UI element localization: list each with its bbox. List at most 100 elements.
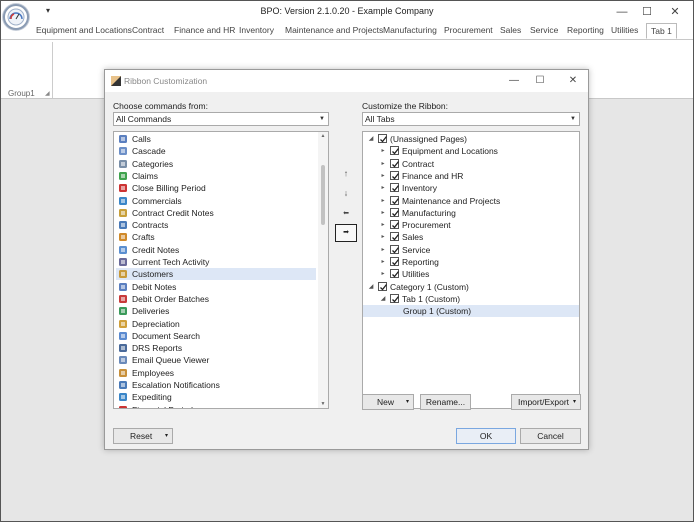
list-item[interactable]: Expediting	[116, 391, 316, 403]
expand-icon[interactable]: ▸	[379, 158, 387, 170]
expand-icon[interactable]: ▸	[379, 207, 387, 219]
ribbon-tab-utilities[interactable]: Utilities	[611, 23, 638, 39]
checkbox[interactable]	[378, 281, 388, 291]
expand-icon[interactable]: ▸	[379, 170, 387, 182]
tree-item[interactable]: ◢ Tab 1 (Custom)	[363, 293, 579, 305]
list-item[interactable]: Close Billing Period	[116, 182, 316, 194]
checkbox[interactable]	[390, 146, 400, 156]
ribbon-tab-reporting[interactable]: Reporting	[567, 23, 604, 39]
move-down-button[interactable]: 🠗	[337, 188, 355, 202]
expand-icon[interactable]: ▸	[379, 145, 387, 157]
ribbon-tab-finance[interactable]: Finance and HR	[174, 23, 235, 39]
tree-item[interactable]: ▸ Reporting	[363, 256, 579, 268]
expand-icon[interactable]: ▸	[379, 182, 387, 194]
tree-item[interactable]: ▸ Manufacturing	[363, 207, 579, 219]
list-item[interactable]: Claims	[116, 170, 316, 182]
expand-icon[interactable]: ▸	[379, 244, 387, 256]
dialog-maximize-button[interactable]: ☐	[533, 74, 547, 88]
cancel-button[interactable]: Cancel	[520, 428, 581, 444]
minimize-button[interactable]: —	[612, 4, 632, 20]
list-item[interactable]: Customers	[116, 268, 316, 281]
list-item[interactable]: Depreciation	[116, 318, 316, 330]
expand-icon[interactable]: ▸	[379, 219, 387, 231]
checkbox[interactable]	[390, 158, 400, 168]
new-button[interactable]: New ▾	[362, 394, 414, 410]
checkbox[interactable]	[390, 232, 400, 242]
list-item[interactable]: Employees	[116, 367, 316, 379]
tree-item[interactable]: ▸ Service	[363, 244, 579, 256]
expand-icon[interactable]: ▸	[379, 195, 387, 207]
list-item[interactable]: Cascade	[116, 145, 316, 157]
list-item[interactable]: Financial Periods	[116, 404, 316, 408]
list-item[interactable]: Categories	[116, 158, 316, 170]
scrollbar-thumb[interactable]	[321, 165, 325, 225]
checkbox[interactable]	[390, 183, 400, 193]
checkbox[interactable]	[390, 207, 400, 217]
move-up-button[interactable]: 🠕	[337, 168, 355, 182]
checkbox[interactable]	[390, 269, 400, 279]
tree-item[interactable]: ◢ (Unassigned Pages)	[363, 133, 579, 145]
list-item[interactable]: Calls	[116, 133, 316, 145]
checkbox[interactable]	[378, 134, 388, 143]
commands-list[interactable]: Calls Cascade Categories Claims Close Billin…	[113, 131, 329, 409]
tree-item[interactable]: ▸ Utilities	[363, 268, 579, 280]
list-item[interactable]: Crafts	[116, 231, 316, 243]
list-item[interactable]: Escalation Notifications	[116, 379, 316, 391]
list-item[interactable]: Credit Notes	[116, 244, 316, 256]
ok-button[interactable]: OK	[456, 428, 516, 444]
ribbon-tab-sales[interactable]: Sales	[500, 23, 521, 39]
app-logo-icon[interactable]	[3, 4, 29, 30]
ribbon-tab-service[interactable]: Service	[530, 23, 558, 39]
ribbon-tab-equipment[interactable]: Equipment and Locations	[36, 23, 132, 39]
maximize-button[interactable]: ☐	[637, 4, 657, 20]
list-item[interactable]: Deliveries	[116, 305, 316, 317]
list-item[interactable]: Email Queue Viewer	[116, 354, 316, 366]
ribbon-tab-tab1[interactable]: Tab 1	[646, 23, 677, 39]
list-item[interactable]: Contracts	[116, 219, 316, 231]
scroll-down-icon[interactable]: ▼	[318, 401, 328, 407]
checkbox[interactable]	[390, 170, 400, 180]
ribbon-tree[interactable]: ◢ (Unassigned Pages) ▸ Equipment and Locati…	[362, 131, 580, 409]
tree-item[interactable]: ◢ Category 1 (Custom)	[363, 281, 579, 293]
checkbox[interactable]	[390, 293, 400, 303]
tree-item[interactable]: ▸ Inventory	[363, 182, 579, 194]
ribbon-tab-maintenance[interactable]: Maintenance and Projects	[285, 23, 383, 39]
list-item[interactable]: Current Tech Activity	[116, 256, 316, 268]
dialog-minimize-button[interactable]: —	[507, 74, 521, 88]
list-item[interactable]: Debit Notes	[116, 281, 316, 293]
tree-item[interactable]: ▸ Finance and HR	[363, 170, 579, 182]
checkbox[interactable]	[390, 244, 400, 254]
tree-item[interactable]: ▸ Sales	[363, 231, 579, 243]
tree-item[interactable]: ▸ Procurement	[363, 219, 579, 231]
remove-command-button[interactable]: ⬅	[337, 207, 355, 221]
list-item[interactable]: Debit Order Batches	[116, 293, 316, 305]
ribbon-tabs-combo[interactable]: All Tabs ▼	[362, 112, 580, 126]
checkbox[interactable]	[390, 195, 400, 205]
tree-item[interactable]: Group 1 (Custom)	[363, 305, 579, 318]
import-export-button[interactable]: Import/Export ▾	[511, 394, 581, 410]
checkbox[interactable]	[390, 257, 400, 266]
scroll-up-icon[interactable]: ▲	[318, 133, 328, 139]
collapse-icon[interactable]: ◢	[367, 281, 375, 293]
ribbon-tab-inventory[interactable]: Inventory	[239, 23, 274, 39]
expand-icon[interactable]: ▸	[379, 268, 387, 280]
tree-item[interactable]: ▸ Contract	[363, 158, 579, 170]
list-item[interactable]: Document Search	[116, 330, 316, 342]
collapse-icon[interactable]: ◢	[367, 133, 375, 145]
list-item[interactable]: Commercials	[116, 195, 316, 207]
reset-button[interactable]: Reset ▾	[113, 428, 173, 444]
commands-list-scrollbar[interactable]: ▲ ▼	[318, 132, 328, 408]
ribbon-tab-manufacturing[interactable]: Manufacturing	[383, 23, 437, 39]
tree-item[interactable]: ▸ Equipment and Locations	[363, 145, 579, 157]
tree-item[interactable]: ▸ Maintenance and Projects	[363, 195, 579, 207]
commands-source-combo[interactable]: All Commands ▼	[113, 112, 329, 126]
list-item[interactable]: DRS Reports	[116, 342, 316, 354]
ribbon-tab-procurement[interactable]: Procurement	[444, 23, 493, 39]
ribbon-tab-contract[interactable]: Contract	[132, 23, 164, 39]
list-item[interactable]: Contract Credit Notes	[116, 207, 316, 219]
close-button[interactable]: ✕	[665, 4, 685, 20]
checkbox[interactable]	[390, 220, 400, 230]
expand-icon[interactable]: ▸	[379, 231, 387, 243]
expand-icon[interactable]: ▸	[379, 256, 387, 268]
add-command-button[interactable]: ➡	[335, 224, 357, 242]
